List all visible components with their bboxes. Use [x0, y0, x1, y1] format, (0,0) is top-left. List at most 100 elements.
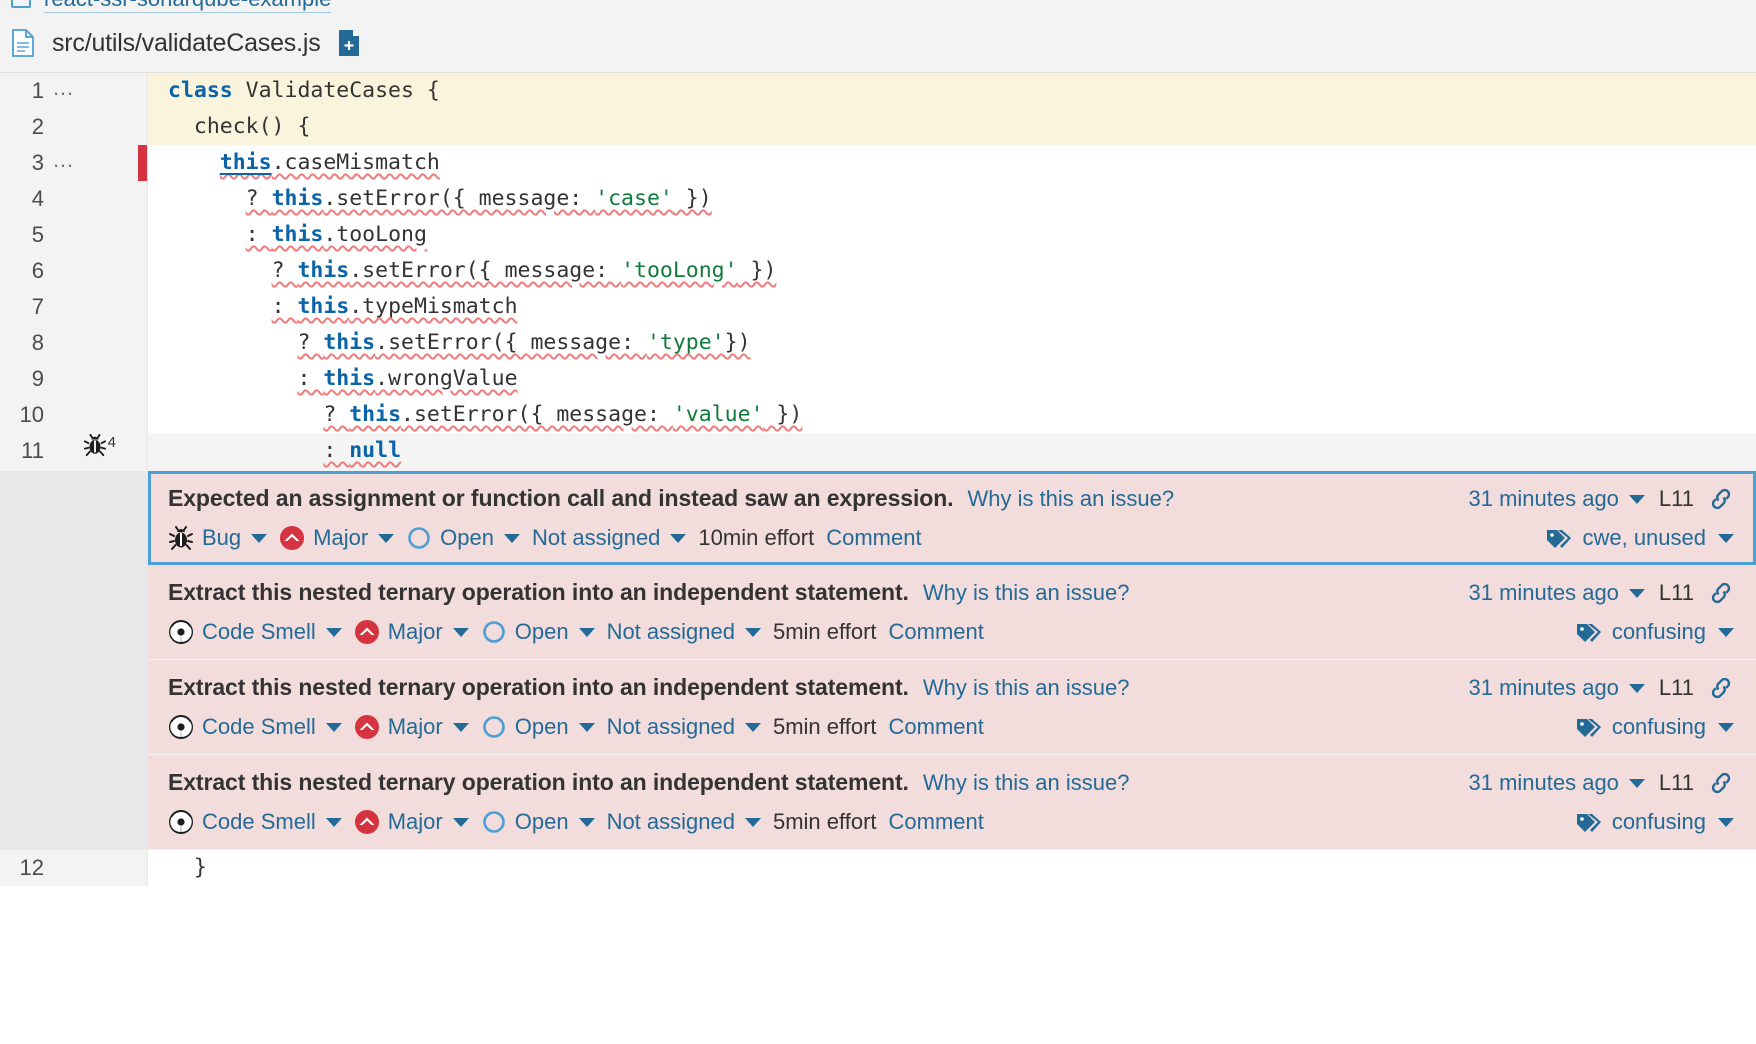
breadcrumb-project-link[interactable]: react-ssr-sonarqube-example	[44, 0, 331, 13]
line-number[interactable]: 5	[0, 217, 46, 253]
issue-tags-dropdown[interactable]: confusing	[1576, 809, 1734, 835]
chevron-down-icon[interactable]	[251, 534, 267, 543]
issue-severity-dropdown[interactable]: Major	[279, 525, 394, 551]
issue-comment-button[interactable]: Comment	[889, 714, 984, 740]
line-number[interactable]: 2	[0, 109, 46, 145]
code-smell-icon	[168, 619, 194, 645]
chevron-down-icon[interactable]	[1718, 534, 1734, 543]
line-number[interactable]: 12	[0, 850, 46, 886]
issue-severity-dropdown[interactable]: Major	[354, 619, 469, 645]
severity-major-icon	[354, 714, 380, 740]
line-number[interactable]: 6	[0, 253, 46, 289]
issue-tags-dropdown[interactable]: confusing	[1576, 619, 1734, 645]
issue-assignee-dropdown[interactable]: Not assigned	[607, 809, 761, 835]
line-number[interactable]: 11	[0, 433, 46, 471]
status-open-icon	[481, 619, 507, 645]
coverage-ellipsis	[46, 397, 80, 433]
gutter-issue-indicator	[80, 73, 138, 109]
issue-severity-dropdown[interactable]: Major	[354, 809, 469, 835]
issue-tags-dropdown[interactable]: confusing	[1576, 714, 1734, 740]
chevron-down-icon[interactable]	[453, 818, 469, 827]
gutter-bug-icon	[83, 433, 107, 457]
why-is-this-an-issue-link[interactable]: Why is this an issue?	[923, 580, 1130, 606]
scm-change-marker	[138, 397, 147, 433]
permalink-icon[interactable]	[1708, 487, 1734, 511]
chevron-down-icon[interactable]	[745, 818, 761, 827]
source-viewer: 1…class ValidateCases {2 check() {3… thi…	[0, 73, 1756, 886]
gutter-issue-indicator	[80, 109, 138, 145]
issue-status-dropdown[interactable]: Open	[481, 714, 595, 740]
folder-icon	[10, 0, 32, 11]
line-gutter: 11 4	[0, 433, 148, 471]
permalink-icon[interactable]	[1708, 771, 1734, 795]
issue-age-dropdown[interactable]: 31 minutes ago	[1468, 675, 1644, 701]
permalink-icon[interactable]	[1708, 581, 1734, 605]
chevron-down-icon[interactable]	[1629, 495, 1645, 504]
issue-age-dropdown[interactable]: 31 minutes ago	[1468, 486, 1644, 512]
issue-type-dropdown[interactable]: Code Smell	[168, 714, 342, 740]
chevron-down-icon[interactable]	[1718, 628, 1734, 637]
coverage-ellipsis	[46, 325, 80, 361]
issue-severity-dropdown[interactable]: Major	[354, 714, 469, 740]
chevron-down-icon[interactable]	[504, 534, 520, 543]
permalink-icon[interactable]	[1708, 676, 1734, 700]
line-number[interactable]: 10	[0, 397, 46, 433]
line-number[interactable]: 7	[0, 289, 46, 325]
chevron-down-icon[interactable]	[378, 534, 394, 543]
issue-status-dropdown[interactable]: Open	[481, 619, 595, 645]
issue-assignee-dropdown[interactable]: Not assigned	[607, 619, 761, 645]
bug-icon	[168, 525, 194, 551]
issue-comment-button[interactable]: Comment	[889, 809, 984, 835]
issue-card[interactable]: Expected an assignment or function call …	[148, 471, 1756, 565]
breadcrumb: react-ssr-sonarqube-example	[0, 0, 1756, 14]
line-number[interactable]: 1	[0, 73, 46, 109]
coverage-ellipsis	[46, 181, 80, 217]
issue-comment-button[interactable]: Comment	[889, 619, 984, 645]
line-number[interactable]: 9	[0, 361, 46, 397]
code-content: ? this.setError({ message: 'tooLong' })	[148, 253, 1756, 289]
issue-card[interactable]: Extract this nested ternary operation in…	[148, 565, 1756, 660]
issue-assignee-label: Not assigned	[607, 809, 735, 835]
chevron-down-icon[interactable]	[579, 818, 595, 827]
chevron-down-icon[interactable]	[1718, 818, 1734, 827]
line-number[interactable]: 8	[0, 325, 46, 361]
chevron-down-icon[interactable]	[453, 723, 469, 732]
chevron-down-icon[interactable]	[579, 723, 595, 732]
chevron-down-icon[interactable]	[326, 628, 342, 637]
line-gutter: 5	[0, 217, 148, 253]
chevron-down-icon[interactable]	[670, 534, 686, 543]
issue-type-dropdown[interactable]: Code Smell	[168, 619, 342, 645]
chevron-down-icon[interactable]	[579, 628, 595, 637]
issue-assignee-label: Not assigned	[607, 619, 735, 645]
issue-age-dropdown[interactable]: 31 minutes ago	[1468, 770, 1644, 796]
issue-tags-dropdown[interactable]: cwe, unused	[1546, 525, 1734, 551]
issue-assignee-dropdown[interactable]: Not assigned	[532, 525, 686, 551]
issue-type-dropdown[interactable]: Code Smell	[168, 809, 342, 835]
issue-comment-button[interactable]: Comment	[826, 525, 921, 551]
why-is-this-an-issue-link[interactable]: Why is this an issue?	[923, 675, 1130, 701]
why-is-this-an-issue-link[interactable]: Why is this an issue?	[923, 770, 1130, 796]
issue-status-dropdown[interactable]: Open	[406, 525, 520, 551]
issue-card[interactable]: Extract this nested ternary operation in…	[148, 660, 1756, 755]
scm-change-marker	[138, 253, 147, 289]
line-number[interactable]: 3	[0, 145, 46, 181]
chevron-down-icon[interactable]	[453, 628, 469, 637]
issue-type-dropdown[interactable]: Bug	[168, 525, 267, 551]
line-number[interactable]: 4	[0, 181, 46, 217]
issue-age-dropdown[interactable]: 31 minutes ago	[1468, 580, 1644, 606]
chevron-down-icon[interactable]	[1718, 723, 1734, 732]
chevron-down-icon[interactable]	[326, 818, 342, 827]
chevron-down-icon[interactable]	[745, 723, 761, 732]
new-file-icon[interactable]	[337, 29, 361, 57]
issue-card[interactable]: Extract this nested ternary operation in…	[148, 755, 1756, 850]
severity-major-icon	[354, 619, 380, 645]
chevron-down-icon[interactable]	[1629, 589, 1645, 598]
chevron-down-icon[interactable]	[1629, 684, 1645, 693]
chevron-down-icon[interactable]	[326, 723, 342, 732]
gutter-issue-indicator[interactable]: 4	[80, 433, 138, 471]
chevron-down-icon[interactable]	[745, 628, 761, 637]
issue-assignee-dropdown[interactable]: Not assigned	[607, 714, 761, 740]
chevron-down-icon[interactable]	[1629, 779, 1645, 788]
why-is-this-an-issue-link[interactable]: Why is this an issue?	[967, 486, 1174, 512]
issue-status-dropdown[interactable]: Open	[481, 809, 595, 835]
